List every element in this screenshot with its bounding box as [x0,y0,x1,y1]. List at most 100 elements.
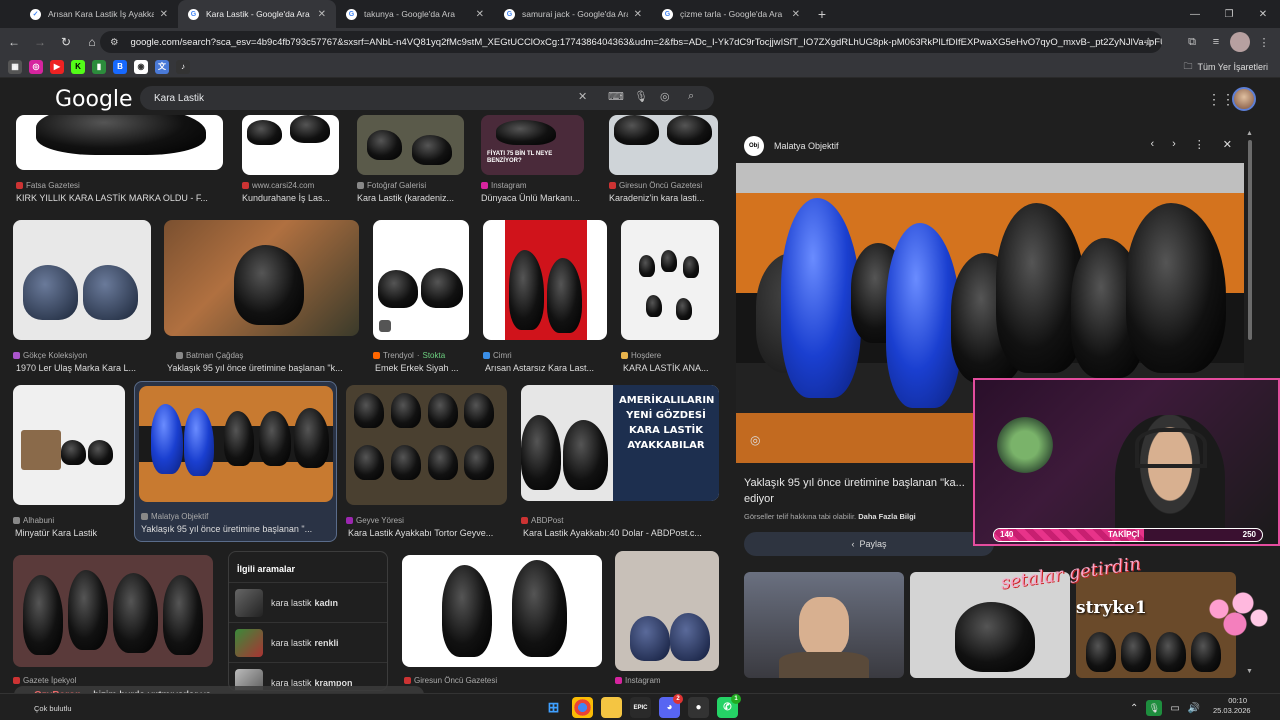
mic-icon[interactable]: 🎙 [634,90,648,103]
result-image[interactable] [346,385,507,505]
result-card[interactable]: Giresun Öncü Gazetesi Karadeniz'in kara … [609,115,718,210]
result-title[interactable]: Dünyaca Ünlü Markanı... [481,193,584,203]
close-icon[interactable]: ✕ [792,9,800,20]
result-title[interactable]: Kundurahane İş Las... [242,193,339,203]
close-icon[interactable]: ✕ [634,9,642,20]
result-title[interactable]: Kara Lastik Ayakkabı:40 Dolar - ABDPost.… [523,528,719,538]
volume-icon[interactable]: 🔊 [1188,703,1200,714]
result-image[interactable]: FİYATI 75 BİN TL NEYE BENZİYOR? [481,115,584,175]
result-card[interactable]: Batman Çağdaş Yaklaşık 95 yıl önce üreti… [164,220,359,375]
result-image[interactable] [621,220,719,340]
result-card-selected[interactable]: Malatya Objektif Yaklaşık 95 yıl önce ür… [134,381,337,542]
more-options-icon[interactable]: ⋮ [1194,138,1205,151]
related-item[interactable]: kara lastik kadın [229,582,387,622]
result-title[interactable]: Kara Lastik (karadeniz... [357,193,464,203]
chrome-icon[interactable] [572,697,593,718]
tab-kara-lastik[interactable]: G Kara Lastik - Google'da Ara ✕ [178,0,336,28]
media-icon[interactable]: ≡ [1206,32,1226,52]
close-icon[interactable]: ✕ [318,9,326,20]
result-card[interactable]: Alhabuni Minyatür Kara Lastik [13,385,125,540]
avatar[interactable] [1232,87,1256,111]
new-tab-button[interactable]: + [810,0,834,28]
result-card[interactable]: Cimri Arısan Astarsız Kara Last... [483,220,607,375]
apps-grid-icon[interactable]: ▦ [8,59,22,74]
result-image[interactable] [609,115,718,175]
google-logo[interactable]: Google [55,87,133,112]
file-explorer-icon[interactable] [601,697,622,718]
site-info-icon[interactable]: ⚙ [110,37,119,48]
search-input[interactable]: Kara Lastik [154,93,204,104]
menu-icon[interactable]: ⋮ [1254,32,1274,52]
microphone-icon[interactable]: 🎙 [1146,700,1163,716]
result-image[interactable] [139,386,333,502]
result-title[interactable]: Minyatür Kara Lastik [15,528,127,538]
result-card[interactable]: Gökçe Koleksiyon 1970 Ler Ulaş Marka Kar… [13,220,151,375]
close-icon[interactable]: ✕ [476,9,484,20]
restore-icon[interactable]: ❐ [1212,0,1246,28]
result-card[interactable]: Gazete İpekyol [13,555,213,693]
search-box[interactable]: Kara Lastik ✕ ⌨ 🎙 ◎ ⌕ [140,86,714,110]
result-card[interactable]: Hoşdere KARA LASTİK ANA... [621,220,719,375]
whatsapp-icon[interactable]: ✆ 1 [717,694,741,718]
result-image[interactable] [373,220,469,340]
clock[interactable]: 00:10 25.03.2026 [1213,696,1251,716]
result-card[interactable]: www.carsi24.com Kundurahane İş Las... [242,115,339,210]
next-icon[interactable]: › [1172,138,1176,151]
close-window-icon[interactable]: ✕ [1246,0,1280,28]
tab-takunya[interactable]: G takunya - Google'da Ara ✕ [336,0,494,28]
tiktok-icon[interactable]: ♪ [176,59,190,74]
result-card[interactable]: Trendyol · Stokta Emek Erkek Siyah ... [373,220,469,375]
minimize-icon[interactable]: — [1178,0,1212,28]
previous-icon[interactable]: ‹ [1150,138,1154,151]
bookmark-star-icon[interactable]: ☆ [1143,35,1154,49]
result-image[interactable] [615,551,719,671]
result-card[interactable]: Fatsa Gazetesi KIRK YILLIK KARA LASTİK M… [16,115,223,210]
result-title[interactable]: Kara Lastik Ayakkabı Tortor Geyve... [348,528,508,538]
result-title[interactable]: Yaklaşık 95 yıl önce üretimine başlanan … [167,363,359,373]
related-image[interactable] [910,572,1070,678]
result-image[interactable] [13,555,213,667]
windows-start-icon[interactable]: ⊞ [543,697,564,718]
scroll-up-icon[interactable]: ▲ [1246,130,1253,137]
result-card[interactable]: Geyve Yöresi Kara Lastik Ayakkabı Tortor… [346,385,507,540]
scrollbar-thumb[interactable] [1248,140,1252,340]
profile-icon[interactable] [1230,32,1250,52]
epic-games-icon[interactable]: EPIC [630,697,651,718]
network-icon[interactable]: ▭ [1170,703,1179,714]
keyboard-icon[interactable]: ⌨ [608,90,624,103]
more-info-link[interactable]: Daha Fazla Bilgi [858,512,916,521]
google-apps-icon[interactable]: ⋮⋮ [1207,91,1235,108]
translate-icon[interactable]: 文 [155,59,169,74]
tab-arisan[interactable]: ✓ Arısan Kara Lastik İş Ayakkabısı ✕ [20,0,178,28]
forward-icon[interactable]: → [28,30,52,54]
share-button[interactable]: ‹ Paylaş [744,532,994,556]
reload-icon[interactable]: ↻ [54,30,78,54]
result-card[interactable]: Fotoğraf Galerisi Kara Lastik (karadeniz… [357,115,464,210]
result-title[interactable]: Karadeniz'in kara lasti... [609,193,718,203]
result-card[interactable]: AMERİKALILARIN YENİ GÖZDESİ KARA LASTİK … [521,385,719,540]
all-bookmarks-folder[interactable]: 🗀 Tüm Yer İşaretleri [1183,59,1268,75]
result-title[interactable]: KIRK YILLIK KARA LASTİK MARKA OLDU - F..… [16,193,223,203]
behance-icon[interactable]: B [113,59,127,74]
tray-expand-icon[interactable]: ⌃ [1130,703,1138,714]
result-card[interactable]: Giresun Öncü Gazetesi [402,555,602,693]
result-image[interactable] [242,115,339,175]
lens-icon[interactable]: ◎ [750,433,760,447]
back-icon[interactable]: ← [2,30,26,54]
address-bar[interactable]: ⚙ google.com/search?sca_esv=4b9c4fb793c5… [100,31,1162,53]
related-item[interactable]: kara lastik renkli [229,622,387,662]
tab-samurai-jack[interactable]: G samurai jack - Google'da Ara ✕ [494,0,652,28]
search-icon[interactable]: ⌕ [688,90,694,103]
chatgpt-icon[interactable]: ◉ [134,59,148,74]
result-image[interactable] [16,115,223,170]
clear-icon[interactable]: ✕ [578,90,587,103]
result-image[interactable] [357,115,464,175]
close-icon[interactable]: ✕ [1223,138,1232,151]
youtube-icon[interactable]: ▶ [50,59,64,74]
obs-icon[interactable]: ● [688,697,709,718]
result-image[interactable] [13,220,151,340]
result-title[interactable]: Yaklaşık 95 yıl önce üretimine başlanan … [141,524,335,534]
preview-source[interactable]: Obj Malatya Objektif [744,136,839,156]
result-image[interactable] [13,385,125,505]
bookmark-icon[interactable]: ▮ [92,59,106,74]
